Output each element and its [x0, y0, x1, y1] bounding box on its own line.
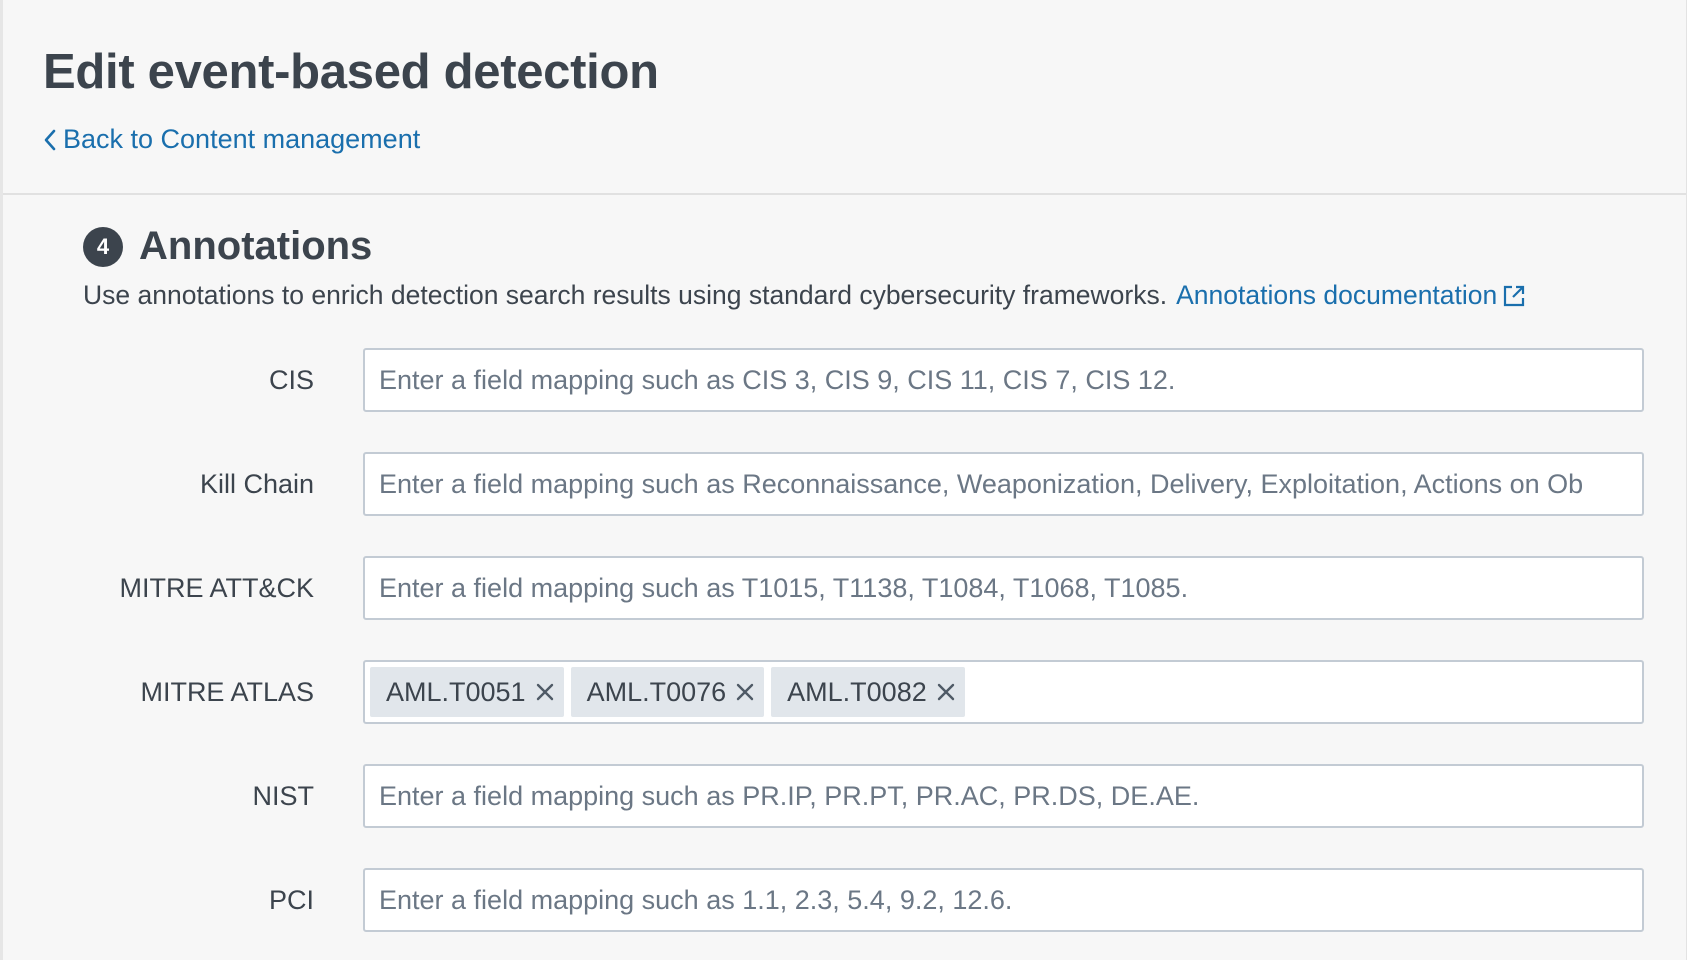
step-number-badge: 4: [83, 226, 123, 267]
tag-label: AML.T0051: [386, 676, 526, 707]
remove-tag-button[interactable]: [736, 683, 754, 701]
form-row-mitre-attack: MITRE ATT&CK: [0, 556, 1686, 620]
cis-input[interactable]: [363, 348, 1644, 412]
external-link-icon: [1504, 285, 1525, 306]
form-row-nist: NIST: [0, 764, 1686, 828]
kill-chain-input[interactable]: [363, 452, 1644, 516]
pci-input[interactable]: [363, 868, 1644, 932]
tag-aml-t0076: AML.T0076: [570, 667, 765, 717]
description-text: Use annotations to enrich detection sear…: [83, 280, 1168, 310]
nist-input[interactable]: [363, 764, 1644, 828]
doc-link-label: Annotations documentation: [1176, 280, 1498, 310]
tag-label: AML.T0076: [586, 676, 727, 707]
page-title: Edit event-based detection: [43, 45, 659, 99]
tag-aml-t0082: AML.T0082: [771, 667, 965, 717]
close-icon: [937, 683, 954, 701]
form-row-mitre-atlas: MITRE ATLAS AML.T0051 AML.T0076 AML.T008…: [0, 660, 1686, 724]
annotations-heading: 4 Annotations: [83, 224, 372, 269]
page: Edit event-based detection Back to Conte…: [0, 0, 1696, 960]
back-link-label: Back to Content management: [63, 124, 421, 154]
mitre-attack-input[interactable]: [363, 556, 1644, 620]
chevron-left-icon: [44, 129, 56, 150]
tag-aml-t0051: AML.T0051: [370, 667, 564, 717]
section-description: Use annotations to enrich detection sear…: [83, 280, 1526, 311]
close-icon: [536, 683, 553, 701]
remove-tag-button[interactable]: [536, 683, 554, 701]
cis-label: CIS: [268, 365, 314, 395]
section-title: Annotations: [139, 224, 373, 268]
mitre-atlas-tag-input[interactable]: AML.T0051 AML.T0076 AML.T0082: [363, 660, 1644, 724]
pci-label: PCI: [268, 885, 314, 915]
kill-chain-label: Kill Chain: [199, 469, 314, 499]
nist-label: NIST: [252, 781, 314, 811]
form-row-kill-chain: Kill Chain: [0, 452, 1686, 516]
form-row-cis: CIS: [0, 348, 1686, 412]
annotations-documentation-link[interactable]: Annotations documentation: [1176, 280, 1526, 311]
form-row-pci: PCI: [0, 868, 1686, 932]
back-to-content-management-link[interactable]: Back to Content management: [43, 124, 420, 155]
mitre-atlas-label: MITRE ATLAS: [140, 677, 314, 707]
mitre-attack-label: MITRE ATT&CK: [119, 573, 314, 603]
close-icon: [736, 683, 754, 701]
tag-label: AML.T0082: [787, 676, 927, 707]
right-scroll-edge: [1686, 0, 1696, 960]
remove-tag-button[interactable]: [937, 683, 955, 701]
page-header: Edit event-based detection Back to Conte…: [3, 0, 1686, 195]
